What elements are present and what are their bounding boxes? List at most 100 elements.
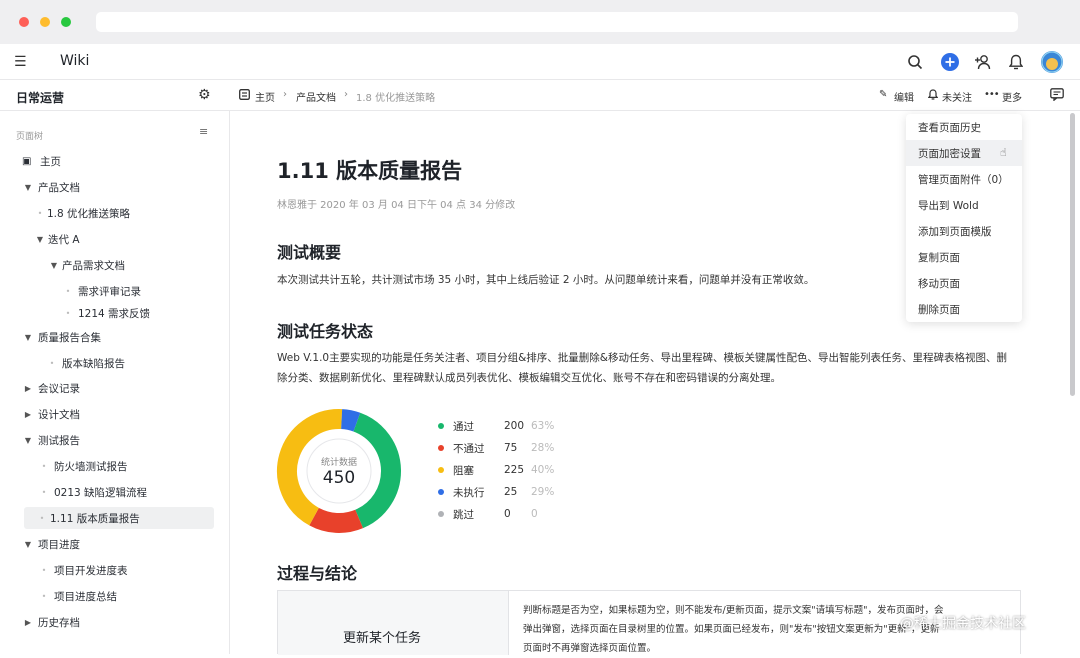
sidebar-item-home[interactable]: ▣ 主页 — [22, 150, 61, 172]
legend-percent: 29% — [531, 486, 555, 498]
sidebar-item-test-reports[interactable]: ▼ 测试报告 — [22, 429, 80, 451]
chevron-down-icon[interactable]: ▼ — [34, 235, 46, 244]
legend-percent: 40% — [531, 464, 555, 476]
legend-label: 不通过 — [453, 442, 485, 455]
sidebar-item-progress-summary[interactable]: • 项目进度总结 — [38, 585, 117, 607]
follow-button[interactable]: 未关注 — [942, 89, 972, 104]
legend-dot-icon — [438, 467, 444, 473]
sidebar-item-design-docs[interactable]: ▶ 设计文档 — [22, 403, 80, 425]
sidebar-item-push-strategy[interactable]: • 1.8 优化推送策略 — [34, 202, 130, 224]
breadcrumb-separator-icon: › — [344, 89, 348, 100]
sidebar-item-dev-schedule[interactable]: • 项目开发进度表 — [38, 559, 128, 581]
table-cell: 更新某个任务 — [278, 591, 509, 655]
legend-value: 75 — [504, 442, 518, 454]
bullet-icon: • — [41, 487, 47, 497]
donut-slice — [340, 409, 361, 432]
sidebar-item-defect-flow[interactable]: • 0213 缺陷逻辑流程 — [38, 481, 147, 503]
legend-item: 阻塞 225 40% — [438, 460, 578, 480]
more-icon[interactable]: ••• — [984, 89, 1000, 100]
toolbar — [0, 80, 1080, 111]
edit-button[interactable]: 编辑 — [894, 89, 914, 104]
add-member-icon[interactable] — [973, 52, 993, 72]
app-header: ☰ Wiki — [0, 44, 1080, 80]
more-dropdown-menu: 查看页面历史 页面加密设置 ☝ 管理页面附件（0） 导出到 Wold 添加到页面… — [906, 114, 1022, 322]
minimize-window-button[interactable] — [40, 17, 50, 27]
chevron-down-icon[interactable]: ▼ — [22, 436, 34, 445]
menu-item-export-word[interactable]: 导出到 Wold — [906, 192, 1022, 218]
section-heading: 测试概要 — [277, 243, 342, 262]
sidebar-item-current-report[interactable]: • 1.11 版本质量报告 — [24, 507, 214, 529]
add-icon[interactable] — [940, 52, 960, 72]
menu-item-delete-page[interactable]: 删除页面 — [906, 296, 1022, 322]
menu-item-move-page[interactable]: 移动页面 — [906, 270, 1022, 296]
bell-icon[interactable] — [1006, 52, 1026, 72]
search-icon[interactable] — [905, 52, 925, 72]
legend-dot-icon — [438, 445, 444, 451]
bullet-icon: • — [41, 591, 47, 601]
sidebar-item-product-docs[interactable]: ▼ 产品文档 — [22, 176, 80, 198]
page-meta: 林恩雅于 2020 年 03 月 04 日下午 04 点 34 分修改 — [277, 200, 516, 211]
sidebar-item-feedback[interactable]: • 1214 需求反馈 — [62, 302, 150, 324]
section-text-line: 除分类、数据刷新优化、里程碑默认成员列表优化、模板编辑交互优化、账号不存在和密码… — [277, 372, 781, 384]
comment-icon[interactable] — [1050, 88, 1064, 104]
chevron-down-icon[interactable]: ▼ — [22, 540, 34, 549]
chevron-right-icon[interactable]: ▶ — [22, 618, 34, 627]
sidebar-item-quality-reports[interactable]: ▼ 质量报告合集 — [22, 326, 101, 348]
sidebar-item-firewall-report[interactable]: • 防火墙测试报告 — [38, 455, 128, 477]
chart-total: 450 — [322, 468, 356, 488]
bullet-icon: • — [37, 208, 43, 218]
chevron-down-icon[interactable]: ▼ — [22, 333, 34, 342]
app-title: Wiki — [60, 53, 90, 69]
menu-item-attachments[interactable]: 管理页面附件（0） — [906, 166, 1022, 192]
page-tree-label: 页面树 — [16, 132, 44, 142]
avatar[interactable] — [1041, 51, 1063, 73]
breadcrumb-current[interactable]: 1.8 优化推送策略 — [356, 89, 435, 104]
table-cell-line: 页面时不再弹窗选择页面位置。 — [523, 643, 657, 654]
chevron-down-icon[interactable]: ▼ — [22, 183, 34, 192]
menu-toggle-icon[interactable]: ☰ — [14, 54, 27, 70]
sort-icon[interactable]: ≡ — [199, 125, 208, 138]
close-window-button[interactable] — [19, 17, 29, 27]
legend-item: 未执行 25 29% — [438, 482, 578, 502]
legend-dot-icon — [438, 511, 444, 517]
legend-label: 跳过 — [453, 508, 474, 521]
sidebar-item-meetings[interactable]: ▶ 会议记录 — [22, 377, 80, 399]
sidebar-item-defect-report[interactable]: • 版本缺陷报告 — [46, 352, 125, 374]
legend-item: 不通过 75 28% — [438, 438, 578, 458]
sidebar-item-progress[interactable]: ▼ 项目进度 — [22, 533, 80, 555]
space-name: 日常运营 — [16, 91, 65, 105]
bullet-icon: • — [65, 286, 71, 296]
chevron-down-icon[interactable]: ▼ — [48, 261, 60, 270]
legend-value: 225 — [504, 464, 525, 476]
legend-percent: 63% — [531, 420, 555, 432]
sidebar-item-review-records[interactable]: • 需求评审记录 — [62, 280, 141, 302]
follow-bell-icon[interactable] — [927, 89, 939, 103]
bullet-icon: • — [41, 461, 47, 471]
breadcrumb-home[interactable]: 主页 — [255, 89, 275, 104]
breadcrumb-parent[interactable]: 产品文档 — [296, 89, 336, 104]
sidebar-item-requirements[interactable]: ▼ 产品需求文档 — [48, 254, 125, 276]
table-cell-title: 更新某个任务 — [343, 631, 422, 646]
sidebar-item-iteration-a[interactable]: ▼ 迭代 A — [34, 228, 80, 250]
scrollbar[interactable] — [1070, 113, 1075, 396]
bullet-icon: • — [41, 565, 47, 575]
maximize-window-button[interactable] — [61, 17, 71, 27]
chevron-right-icon[interactable]: ▶ — [22, 384, 34, 393]
legend-value: 200 — [504, 420, 525, 432]
edit-icon[interactable]: ✎ — [879, 89, 887, 100]
legend-item: 通过 200 63% — [438, 416, 578, 436]
chevron-right-icon[interactable]: ▶ — [22, 410, 34, 419]
home-icon[interactable] — [239, 89, 250, 103]
legend-dot-icon — [438, 489, 444, 495]
address-bar[interactable] — [96, 12, 1018, 32]
menu-item-add-template[interactable]: 添加到页面模版 — [906, 218, 1022, 244]
page-icon: ▣ — [22, 155, 32, 167]
legend-label: 阻塞 — [453, 464, 474, 477]
menu-item-page-encryption[interactable]: 页面加密设置 ☝ — [906, 140, 1022, 166]
legend-label: 未执行 — [453, 486, 485, 499]
sidebar-item-archive[interactable]: ▶ 历史存档 — [22, 611, 80, 633]
menu-item-copy-page[interactable]: 复制页面 — [906, 244, 1022, 270]
gear-icon[interactable]: ⚙ — [198, 87, 211, 103]
menu-item-page-history[interactable]: 查看页面历史 — [906, 114, 1022, 140]
more-button[interactable]: 更多 — [1002, 89, 1022, 104]
